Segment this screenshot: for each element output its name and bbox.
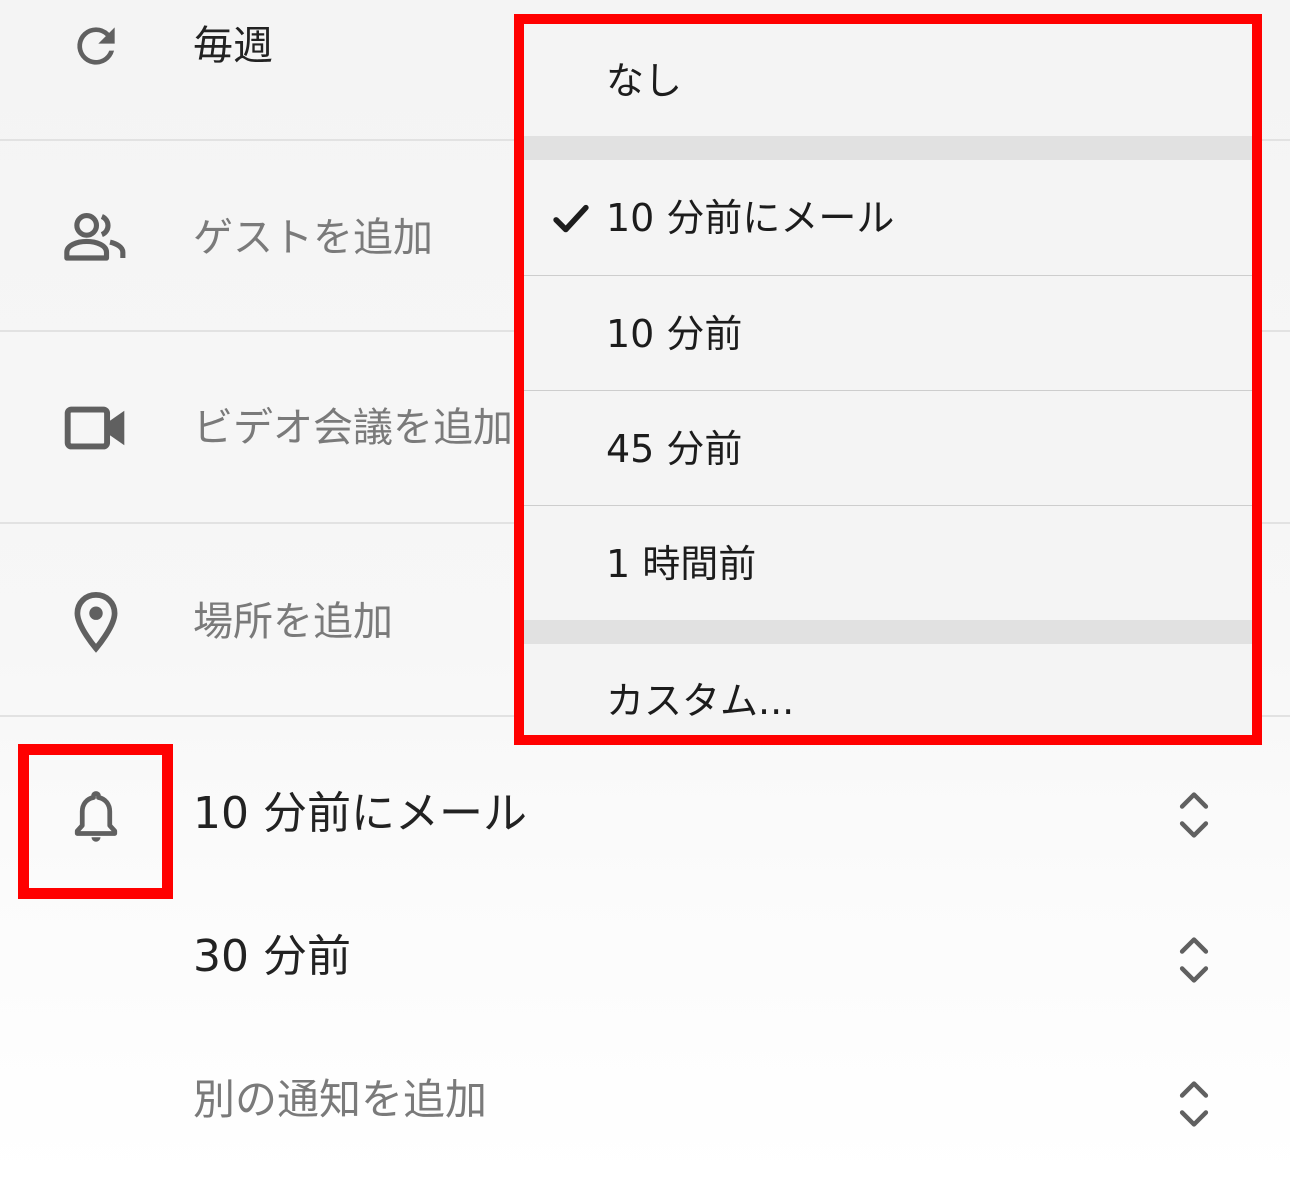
dropdown-option-custom[interactable]: カスタム... <box>524 644 1252 735</box>
location-pin-icon <box>56 582 136 662</box>
dropdown-option-label: 45 分前 <box>606 427 743 471</box>
notification-row[interactable]: 10 分前にメール <box>0 740 1290 885</box>
add-location-label: 場所を追加 <box>193 599 393 645</box>
dropdown-option-1hour[interactable]: 1 時間前 <box>524 506 1252 620</box>
dropdown-option-label: 10 分前 <box>606 312 743 356</box>
dropdown-option-label: 10 分前にメール <box>606 196 895 240</box>
notification-row[interactable]: 30 分前 <box>0 885 1290 1030</box>
dropdown-option-45min[interactable]: 45 分前 <box>524 391 1252 505</box>
event-edit-screen: 毎週 ゲストを追加 ビデオ会議を追加 場所を追加 10 分前にメール 30 分前… <box>0 0 1290 1180</box>
menu-group-separator <box>524 620 1252 644</box>
chevron-up-down-icon[interactable] <box>1172 930 1216 990</box>
video-camera-icon <box>56 388 136 468</box>
people-icon <box>56 197 136 277</box>
add-notification-row[interactable]: 別の通知を追加 <box>0 1030 1290 1175</box>
chevron-up-down-icon[interactable] <box>1172 785 1216 845</box>
repeat-icon <box>56 6 136 86</box>
notification-label: 10 分前にメール <box>193 788 527 839</box>
dropdown-option-label: カスタム... <box>606 679 795 723</box>
bell-highlight-box <box>18 744 173 899</box>
dropdown-option-10min[interactable]: 10 分前 <box>524 276 1252 390</box>
dropdown-option-label: なし <box>606 59 683 103</box>
dropdown-option-10min-email[interactable]: 10 分前にメール <box>524 160 1252 275</box>
add-notification-label: 別の通知を追加 <box>193 1075 488 1124</box>
chevron-up-down-icon[interactable] <box>1172 1074 1216 1134</box>
repeat-label: 毎週 <box>193 23 273 69</box>
notification-label: 30 分前 <box>193 931 351 982</box>
add-video-conference-label: ビデオ会議を追加 <box>193 405 513 451</box>
notification-dropdown-menu: なし 10 分前にメール 10 分前 45 分前 1 時間前 カスタム... <box>514 14 1262 745</box>
dropdown-option-label: 1 時間前 <box>606 542 757 586</box>
checkmark-icon <box>550 198 592 240</box>
dropdown-option-none[interactable]: なし <box>524 24 1252 136</box>
add-guests-label: ゲストを追加 <box>193 215 433 261</box>
menu-group-separator <box>524 136 1252 160</box>
